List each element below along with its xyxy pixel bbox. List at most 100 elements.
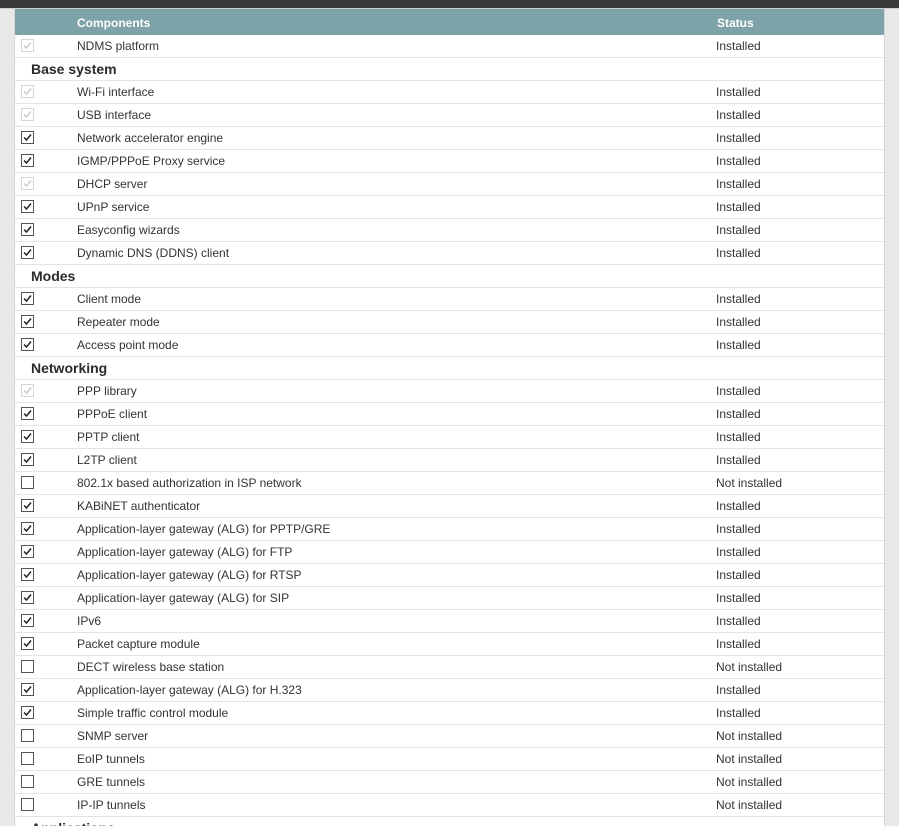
component-name: SNMP server [77, 729, 149, 743]
component-checkbox[interactable] [21, 499, 34, 512]
component-status: Installed [716, 614, 761, 628]
component-name: IPv6 [77, 614, 102, 628]
component-checkbox[interactable] [21, 591, 34, 604]
component-checkbox[interactable] [21, 614, 34, 627]
component-status: Installed [716, 591, 761, 605]
component-row-dhcp-server: DHCP server Installed [15, 173, 884, 196]
component-name: Application-layer gateway (ALG) for PPTP… [77, 522, 331, 536]
component-checkbox [21, 85, 34, 98]
component-status: Not installed [716, 729, 783, 743]
component-checkbox[interactable] [21, 315, 34, 328]
component-name: EoIP tunnels [77, 752, 145, 766]
component-row-802-1x-based-authorization-in-isp-network: 802.1x based authorization in ISP networ… [15, 472, 884, 495]
component-name: 802.1x based authorization in ISP networ… [77, 476, 302, 490]
component-name: Application-layer gateway (ALG) for H.32… [77, 683, 302, 697]
component-row-application-layer-gateway-alg-for-sip: Application-layer gateway (ALG) for SIP I… [15, 587, 884, 610]
component-name: UPnP service [77, 200, 150, 214]
component-checkbox[interactable] [21, 752, 34, 765]
component-status: Installed [716, 39, 761, 53]
component-row-l2tp-client: L2TP client Installed [15, 449, 884, 472]
component-checkbox[interactable] [21, 637, 34, 650]
checkmark-icon [23, 433, 32, 441]
component-name: Packet capture module [77, 637, 200, 651]
component-row-ppp-library: PPP library Installed [15, 380, 884, 403]
component-checkbox[interactable] [21, 660, 34, 673]
component-checkbox[interactable] [21, 706, 34, 719]
component-status: Installed [716, 384, 761, 398]
component-name: DECT wireless base station [77, 660, 225, 674]
checkmark-icon [23, 410, 32, 418]
checkmark-icon [23, 640, 32, 648]
component-status: Installed [716, 706, 761, 720]
component-checkbox[interactable] [21, 200, 34, 213]
component-name: IGMP/PPPoE Proxy service [77, 154, 226, 168]
component-checkbox[interactable] [21, 430, 34, 443]
table-body: NDMS platform Installed Base system Wi-Fi i… [15, 35, 884, 826]
component-checkbox[interactable] [21, 683, 34, 696]
component-checkbox[interactable] [21, 338, 34, 351]
group-header-base-system: Base system [15, 58, 884, 81]
component-name: PPTP client [77, 430, 140, 444]
component-row-kabinet-authenticator: KABiNET authenticator Installed [15, 495, 884, 518]
component-name: Dynamic DNS (DDNS) client [77, 246, 230, 260]
component-row-snmp-server: SNMP server Not installed [15, 725, 884, 748]
component-checkbox [21, 39, 34, 52]
component-row-gre-tunnels: GRE tunnels Not installed [15, 771, 884, 794]
component-row-network-accelerator-engine: Network accelerator engine Installed [15, 127, 884, 150]
component-checkbox[interactable] [21, 729, 34, 742]
component-checkbox [21, 108, 34, 121]
component-name: KABiNET authenticator [77, 499, 201, 513]
components-column-header: Components [77, 16, 151, 30]
component-checkbox[interactable] [21, 453, 34, 466]
component-checkbox[interactable] [21, 131, 34, 144]
component-checkbox[interactable] [21, 775, 34, 788]
checkmark-icon [23, 709, 32, 717]
checkmark-icon [23, 525, 32, 533]
component-name: Application-layer gateway (ALG) for FTP [77, 545, 293, 559]
component-status: Installed [716, 338, 761, 352]
right-margin [883, 9, 899, 826]
component-checkbox[interactable] [21, 476, 34, 489]
component-status: Not installed [716, 752, 783, 766]
component-checkbox[interactable] [21, 223, 34, 236]
component-status: Installed [716, 292, 761, 306]
component-status: Installed [716, 545, 761, 559]
checkmark-icon [23, 295, 32, 303]
group-title: Networking [31, 360, 108, 376]
component-name: DHCP server [77, 177, 148, 191]
component-name: PPPoE client [77, 407, 148, 421]
component-name: Repeater mode [77, 315, 160, 329]
component-row-pptp-client: PPTP client Installed [15, 426, 884, 449]
component-row-usb-interface: USB interface Installed [15, 104, 884, 127]
component-status: Installed [716, 637, 761, 651]
component-checkbox[interactable] [21, 407, 34, 420]
component-status: Not installed [716, 798, 783, 812]
component-row-wi-fi-interface: Wi-Fi interface Installed [15, 81, 884, 104]
component-row-dynamic-dns-ddns-client: Dynamic DNS (DDNS) client Installed [15, 242, 884, 265]
component-name: Wi-Fi interface [77, 85, 155, 99]
component-row-application-layer-gateway-alg-for-rtsp: Application-layer gateway (ALG) for RTSP… [15, 564, 884, 587]
component-checkbox[interactable] [21, 246, 34, 259]
component-checkbox[interactable] [21, 798, 34, 811]
group-header-applications: Applications [15, 817, 884, 826]
component-checkbox[interactable] [21, 154, 34, 167]
component-checkbox[interactable] [21, 545, 34, 558]
component-name: Access point mode [77, 338, 179, 352]
component-checkbox[interactable] [21, 568, 34, 581]
component-row-pppoe-client: PPPoE client Installed [15, 403, 884, 426]
component-checkbox[interactable] [21, 292, 34, 305]
checkmark-icon [23, 502, 32, 510]
component-name: GRE tunnels [77, 775, 146, 789]
component-checkbox[interactable] [21, 522, 34, 535]
window-top-bar [0, 0, 899, 9]
component-row-simple-traffic-control-module: Simple traffic control module Installed [15, 702, 884, 725]
component-status: Installed [716, 85, 761, 99]
component-status: Installed [716, 200, 761, 214]
component-name: Application-layer gateway (ALG) for SIP [77, 591, 290, 605]
component-status: Not installed [716, 476, 783, 490]
component-status: Installed [716, 522, 761, 536]
component-row-ipv6: IPv6 Installed [15, 610, 884, 633]
component-status: Installed [716, 430, 761, 444]
component-name: Client mode [77, 292, 142, 306]
component-status: Installed [716, 131, 761, 145]
